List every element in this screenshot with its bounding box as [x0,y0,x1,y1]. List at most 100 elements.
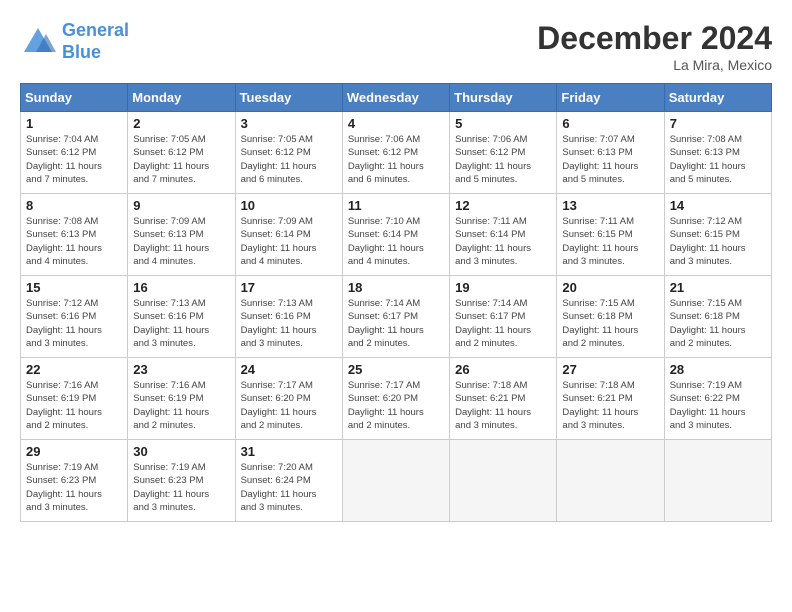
day-number: 12 [455,198,551,213]
day-number: 25 [348,362,444,377]
day-number: 10 [241,198,337,213]
calendar-day-cell: 6 Sunrise: 7:07 AM Sunset: 6:13 PM Daylig… [557,112,664,194]
day-info: Sunrise: 7:14 AM Sunset: 6:17 PM Dayligh… [455,297,551,350]
day-number: 1 [26,116,122,131]
day-info: Sunrise: 7:12 AM Sunset: 6:15 PM Dayligh… [670,215,766,268]
weekday-header-cell: Tuesday [235,84,342,112]
calendar-day-cell: 28 Sunrise: 7:19 AM Sunset: 6:22 PM Dayli… [664,358,771,440]
logo: General Blue [20,20,129,63]
day-info: Sunrise: 7:16 AM Sunset: 6:19 PM Dayligh… [26,379,122,432]
day-info: Sunrise: 7:12 AM Sunset: 6:16 PM Dayligh… [26,297,122,350]
day-number: 26 [455,362,551,377]
day-number: 4 [348,116,444,131]
day-number: 22 [26,362,122,377]
day-info: Sunrise: 7:15 AM Sunset: 6:18 PM Dayligh… [562,297,658,350]
day-info: Sunrise: 7:13 AM Sunset: 6:16 PM Dayligh… [133,297,229,350]
day-number: 23 [133,362,229,377]
calendar-day-cell: 11 Sunrise: 7:10 AM Sunset: 6:14 PM Dayli… [342,194,449,276]
day-info: Sunrise: 7:16 AM Sunset: 6:19 PM Dayligh… [133,379,229,432]
calendar-day-cell: 24 Sunrise: 7:17 AM Sunset: 6:20 PM Dayli… [235,358,342,440]
calendar-day-cell: 12 Sunrise: 7:11 AM Sunset: 6:14 PM Dayli… [450,194,557,276]
day-info: Sunrise: 7:06 AM Sunset: 6:12 PM Dayligh… [348,133,444,186]
calendar-day-cell: 1 Sunrise: 7:04 AM Sunset: 6:12 PM Daylig… [21,112,128,194]
calendar-day-cell: 15 Sunrise: 7:12 AM Sunset: 6:16 PM Dayli… [21,276,128,358]
logo-text: General Blue [62,20,129,63]
day-info: Sunrise: 7:11 AM Sunset: 6:15 PM Dayligh… [562,215,658,268]
calendar-day-cell: 10 Sunrise: 7:09 AM Sunset: 6:14 PM Dayli… [235,194,342,276]
calendar-day-cell: 4 Sunrise: 7:06 AM Sunset: 6:12 PM Daylig… [342,112,449,194]
calendar-day-cell: 21Sunrise: 7:15 AM Sunset: 6:18 PM Dayli… [664,276,771,358]
calendar-day-cell: 8 Sunrise: 7:08 AM Sunset: 6:13 PM Daylig… [21,194,128,276]
calendar-day-cell: 7Sunrise: 7:08 AM Sunset: 6:13 PM Daylig… [664,112,771,194]
day-info: Sunrise: 7:09 AM Sunset: 6:14 PM Dayligh… [241,215,337,268]
day-info: Sunrise: 7:18 AM Sunset: 6:21 PM Dayligh… [562,379,658,432]
day-info: Sunrise: 7:08 AM Sunset: 6:13 PM Dayligh… [26,215,122,268]
calendar-day-cell: 23 Sunrise: 7:16 AM Sunset: 6:19 PM Dayli… [128,358,235,440]
calendar-day-cell: 2Sunrise: 7:05 AM Sunset: 6:12 PM Daylig… [128,112,235,194]
day-info: Sunrise: 7:04 AM Sunset: 6:12 PM Dayligh… [26,133,122,186]
calendar-week-row: 29 Sunrise: 7:19 AM Sunset: 6:23 PM Dayli… [21,440,772,522]
calendar-day-cell: 26 Sunrise: 7:18 AM Sunset: 6:21 PM Dayli… [450,358,557,440]
calendar-week-row: 15 Sunrise: 7:12 AM Sunset: 6:16 PM Dayli… [21,276,772,358]
day-info: Sunrise: 7:08 AM Sunset: 6:13 PM Dayligh… [670,133,766,186]
weekday-header-cell: Monday [128,84,235,112]
day-info: Sunrise: 7:19 AM Sunset: 6:23 PM Dayligh… [26,461,122,514]
calendar-body: 1 Sunrise: 7:04 AM Sunset: 6:12 PM Daylig… [21,112,772,522]
day-info: Sunrise: 7:05 AM Sunset: 6:12 PM Dayligh… [241,133,337,186]
day-number: 16 [133,280,229,295]
calendar-week-row: 8 Sunrise: 7:08 AM Sunset: 6:13 PM Daylig… [21,194,772,276]
day-info: Sunrise: 7:14 AM Sunset: 6:17 PM Dayligh… [348,297,444,350]
weekday-header-cell: Wednesday [342,84,449,112]
day-info: Sunrise: 7:09 AM Sunset: 6:13 PM Dayligh… [133,215,229,268]
page-header: General Blue December 2024 La Mira, Mexi… [20,20,772,73]
day-info: Sunrise: 7:11 AM Sunset: 6:14 PM Dayligh… [455,215,551,268]
calendar-day-cell: 9 Sunrise: 7:09 AM Sunset: 6:13 PM Daylig… [128,194,235,276]
calendar-day-cell: 17Sunrise: 7:13 AM Sunset: 6:16 PM Dayli… [235,276,342,358]
day-number: 3 [241,116,337,131]
calendar-week-row: 22 Sunrise: 7:16 AM Sunset: 6:19 PM Dayli… [21,358,772,440]
calendar-day-cell: 16 Sunrise: 7:13 AM Sunset: 6:16 PM Dayli… [128,276,235,358]
weekday-header-cell: Saturday [664,84,771,112]
day-number: 15 [26,280,122,295]
day-number: 28 [670,362,766,377]
calendar-table: SundayMondayTuesdayWednesdayThursdayFrid… [20,83,772,522]
day-number: 11 [348,198,444,213]
day-info: Sunrise: 7:17 AM Sunset: 6:20 PM Dayligh… [241,379,337,432]
day-info: Sunrise: 7:18 AM Sunset: 6:21 PM Dayligh… [455,379,551,432]
calendar-day-cell: 20 Sunrise: 7:15 AM Sunset: 6:18 PM Dayli… [557,276,664,358]
day-info: Sunrise: 7:19 AM Sunset: 6:23 PM Dayligh… [133,461,229,514]
day-number: 24 [241,362,337,377]
day-number: 29 [26,444,122,459]
day-number: 6 [562,116,658,131]
day-info: Sunrise: 7:07 AM Sunset: 6:13 PM Dayligh… [562,133,658,186]
calendar-day-cell: 25 Sunrise: 7:17 AM Sunset: 6:20 PM Dayli… [342,358,449,440]
calendar-day-cell: 18 Sunrise: 7:14 AM Sunset: 6:17 PM Dayli… [342,276,449,358]
day-info: Sunrise: 7:17 AM Sunset: 6:20 PM Dayligh… [348,379,444,432]
day-number: 27 [562,362,658,377]
location: La Mira, Mexico [537,57,772,73]
day-number: 9 [133,198,229,213]
calendar-day-cell: 3 Sunrise: 7:05 AM Sunset: 6:12 PM Daylig… [235,112,342,194]
weekday-header-cell: Friday [557,84,664,112]
day-number: 19 [455,280,551,295]
title-block: December 2024 La Mira, Mexico [537,20,772,73]
calendar-day-cell: 22 Sunrise: 7:16 AM Sunset: 6:19 PM Dayli… [21,358,128,440]
day-number: 17 [241,280,337,295]
calendar-day-cell: 30 Sunrise: 7:19 AM Sunset: 6:23 PM Dayli… [128,440,235,522]
day-number: 13 [562,198,658,213]
day-number: 8 [26,198,122,213]
day-number: 31 [241,444,337,459]
month-title: December 2024 [537,20,772,57]
day-number: 21 [670,280,766,295]
weekday-header-row: SundayMondayTuesdayWednesdayThursdayFrid… [21,84,772,112]
day-info: Sunrise: 7:20 AM Sunset: 6:24 PM Dayligh… [241,461,337,514]
day-info: Sunrise: 7:19 AM Sunset: 6:22 PM Dayligh… [670,379,766,432]
day-number: 14 [670,198,766,213]
day-number: 18 [348,280,444,295]
calendar-day-cell [664,440,771,522]
day-number: 30 [133,444,229,459]
day-number: 5 [455,116,551,131]
day-info: Sunrise: 7:10 AM Sunset: 6:14 PM Dayligh… [348,215,444,268]
day-info: Sunrise: 7:06 AM Sunset: 6:12 PM Dayligh… [455,133,551,186]
day-number: 20 [562,280,658,295]
